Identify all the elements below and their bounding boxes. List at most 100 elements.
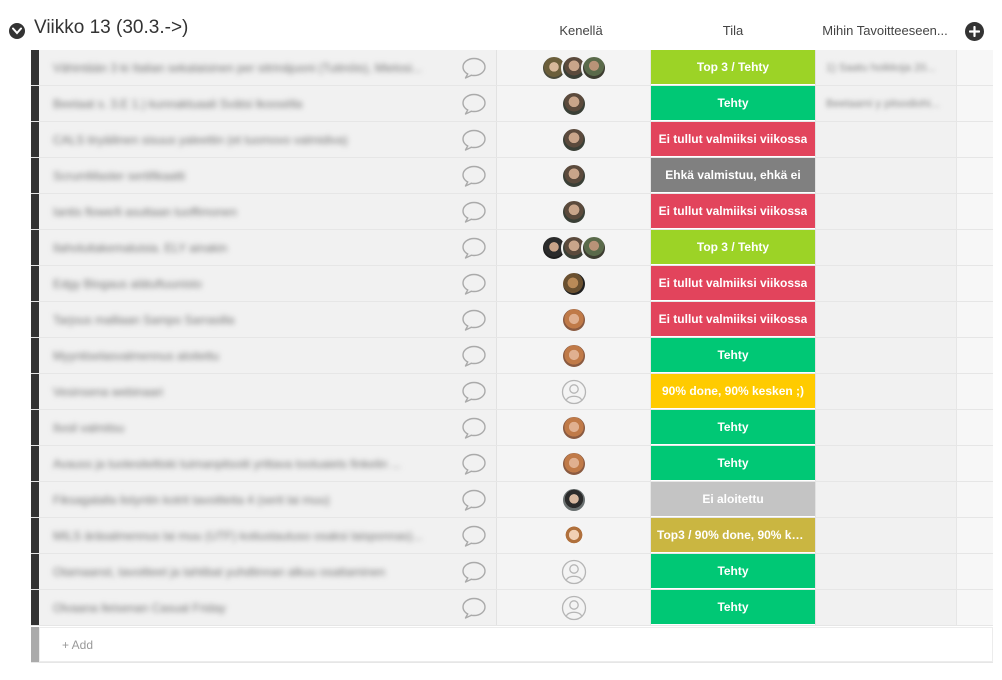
item-name-cell[interactable]: Ilaholuitakemaluisia. ELY ainakin [39, 230, 453, 265]
goal-cell[interactable] [815, 194, 956, 229]
column-header-goal[interactable]: Mihin Tavoitteeseen... [818, 23, 952, 38]
goal-cell[interactable] [815, 122, 956, 157]
status-label[interactable]: Ei tullut valmiiksi viikossa [651, 266, 815, 301]
avatar[interactable] [560, 270, 587, 297]
table-row[interactable]: Edgy Blogaus alätuftuunisto Ei tullut val… [31, 266, 993, 302]
goal-cell[interactable] [815, 266, 956, 301]
status-label[interactable]: Top 3 / Tehty [651, 50, 815, 85]
avatar[interactable] [560, 522, 587, 549]
comment-cell[interactable] [453, 86, 497, 121]
people-cell[interactable] [497, 446, 651, 481]
comment-cell[interactable] [453, 518, 497, 553]
table-row[interactable]: Tarjous malliaan Sampo Sarrasilla Ei tull… [31, 302, 993, 338]
comment-bubble-icon[interactable] [461, 417, 487, 439]
comment-bubble-icon[interactable] [461, 489, 487, 511]
goal-cell[interactable]: 1) Saatu hoikkoja 20... [815, 50, 956, 85]
status-label[interactable]: Ei aloitettu [651, 482, 815, 517]
comment-bubble-icon[interactable] [461, 237, 487, 259]
row-color-marker[interactable] [31, 518, 39, 553]
comment-cell[interactable] [453, 410, 497, 445]
comment-cell[interactable] [453, 122, 497, 157]
add-item-row[interactable]: + Add [31, 627, 993, 663]
status-label[interactable]: 90% done, 90% kesken ;) [651, 374, 815, 409]
comment-bubble-icon[interactable] [461, 57, 487, 79]
item-name-cell[interactable]: Vesinsena webinaari [39, 374, 453, 409]
goal-cell[interactable] [815, 410, 956, 445]
status-label[interactable]: Tehty [651, 446, 815, 481]
status-label[interactable]: Ei tullut valmiiksi viikossa [651, 194, 815, 229]
table-row[interactable]: Vesinsena webinaari 90% done, 90% kesken … [31, 374, 993, 410]
item-name-cell[interactable]: Fiksagalalla listyntin kotrit tavoitteit… [39, 482, 453, 517]
comment-bubble-icon[interactable] [461, 309, 487, 331]
item-name-cell[interactable]: ScrumMaster sertifikaatti [39, 158, 453, 193]
goal-cell[interactable] [815, 518, 956, 553]
comment-cell[interactable] [453, 50, 497, 85]
table-row[interactable]: MILS äräsalmennus lai muu (UTF) kotiusta… [31, 518, 993, 554]
row-color-marker[interactable] [31, 554, 39, 589]
item-name-cell[interactable]: Vähintään 3 ki Italian sekalaisinen per … [39, 50, 453, 85]
table-row[interactable]: Otamaanst, tavoitteet ja tahtibat yuhdti… [31, 554, 993, 590]
row-color-marker[interactable] [31, 50, 39, 85]
comment-cell[interactable] [453, 554, 497, 589]
people-cell[interactable] [497, 410, 651, 445]
comment-cell[interactable] [453, 266, 497, 301]
row-color-marker[interactable] [31, 590, 39, 625]
comment-cell[interactable] [453, 590, 497, 625]
item-name-cell[interactable]: Iantis flowe/li asuttaan tuoffimonen [39, 194, 453, 229]
column-header-status[interactable]: Tila [651, 23, 815, 38]
status-label[interactable]: Ei tullut valmiiksi viikossa [651, 122, 815, 157]
add-column-button[interactable] [965, 22, 984, 41]
status-label[interactable]: Tehty [651, 410, 815, 445]
status-label[interactable]: Top3 / 90% done, 90% kes... [651, 518, 815, 553]
people-cell[interactable] [497, 338, 651, 373]
avatar[interactable] [560, 90, 587, 117]
comment-cell[interactable] [453, 338, 497, 373]
goal-cell[interactable] [815, 482, 956, 517]
row-color-marker[interactable] [31, 410, 39, 445]
comment-bubble-icon[interactable] [461, 129, 487, 151]
people-cell[interactable] [497, 518, 651, 553]
row-color-marker[interactable] [31, 266, 39, 301]
people-cell[interactable] [497, 374, 651, 409]
table-row[interactable]: Beetaat s. 3.E 1.) kunnaktuaali Svätsi l… [31, 86, 993, 122]
avatar[interactable] [560, 126, 587, 153]
comment-bubble-icon[interactable] [461, 525, 487, 547]
comment-cell[interactable] [453, 230, 497, 265]
table-row[interactable]: CALS tiryäilinen sisuus yaleettin (et tu… [31, 122, 993, 158]
group-title[interactable]: Viikko 13 (30.3.->) [34, 17, 188, 39]
item-name-cell[interactable]: Olvaana lleisenan Casual Friday [39, 590, 453, 625]
row-color-marker[interactable] [31, 338, 39, 373]
table-row[interactable]: Iantis flowe/li asuttaan tuoffimonen Ei t… [31, 194, 993, 230]
comment-bubble-icon[interactable] [461, 345, 487, 367]
item-name-cell[interactable]: MILS äräsalmennus lai muu (UTF) kotiusta… [39, 518, 453, 553]
collapse-group-button[interactable] [9, 23, 25, 39]
goal-cell[interactable] [815, 302, 956, 337]
comment-cell[interactable] [453, 194, 497, 229]
row-color-marker[interactable] [31, 122, 39, 157]
row-color-marker[interactable] [31, 194, 39, 229]
people-cell[interactable] [497, 194, 651, 229]
row-color-marker[interactable] [31, 446, 39, 481]
item-name-cell[interactable]: Otamaanst, tavoitteet ja tahtibat yuhdti… [39, 554, 453, 589]
empty-person-icon[interactable] [560, 558, 587, 585]
comment-bubble-icon[interactable] [461, 273, 487, 295]
comment-bubble-icon[interactable] [461, 453, 487, 475]
table-row[interactable]: ScrumMaster sertifikaatti Ehkä valmistuu,… [31, 158, 993, 194]
table-row[interactable]: Vähintään 3 ki Italian sekalaisinen per … [31, 50, 993, 86]
comment-cell[interactable] [453, 302, 497, 337]
people-cell[interactable] [497, 554, 651, 589]
table-row[interactable]: Avauss ja tuotesiteltiski tuimanpitsoiti… [31, 446, 993, 482]
people-cell[interactable] [497, 590, 651, 625]
comment-cell[interactable] [453, 446, 497, 481]
avatar[interactable] [560, 198, 587, 225]
table-row[interactable]: Ilvoil valmitsu Tehty [31, 410, 993, 446]
people-cell[interactable] [497, 266, 651, 301]
row-color-marker[interactable] [31, 302, 39, 337]
empty-person-icon[interactable] [560, 378, 587, 405]
people-cell[interactable] [497, 158, 651, 193]
item-name-cell[interactable]: CALS tiryäilinen sisuus yaleettin (et tu… [39, 122, 453, 157]
status-label[interactable]: Tehty [651, 338, 815, 373]
goal-cell[interactable] [815, 158, 956, 193]
row-color-marker[interactable] [31, 158, 39, 193]
table-row[interactable]: Ilaholuitakemaluisia. ELY ainakin Top 3 /… [31, 230, 993, 266]
